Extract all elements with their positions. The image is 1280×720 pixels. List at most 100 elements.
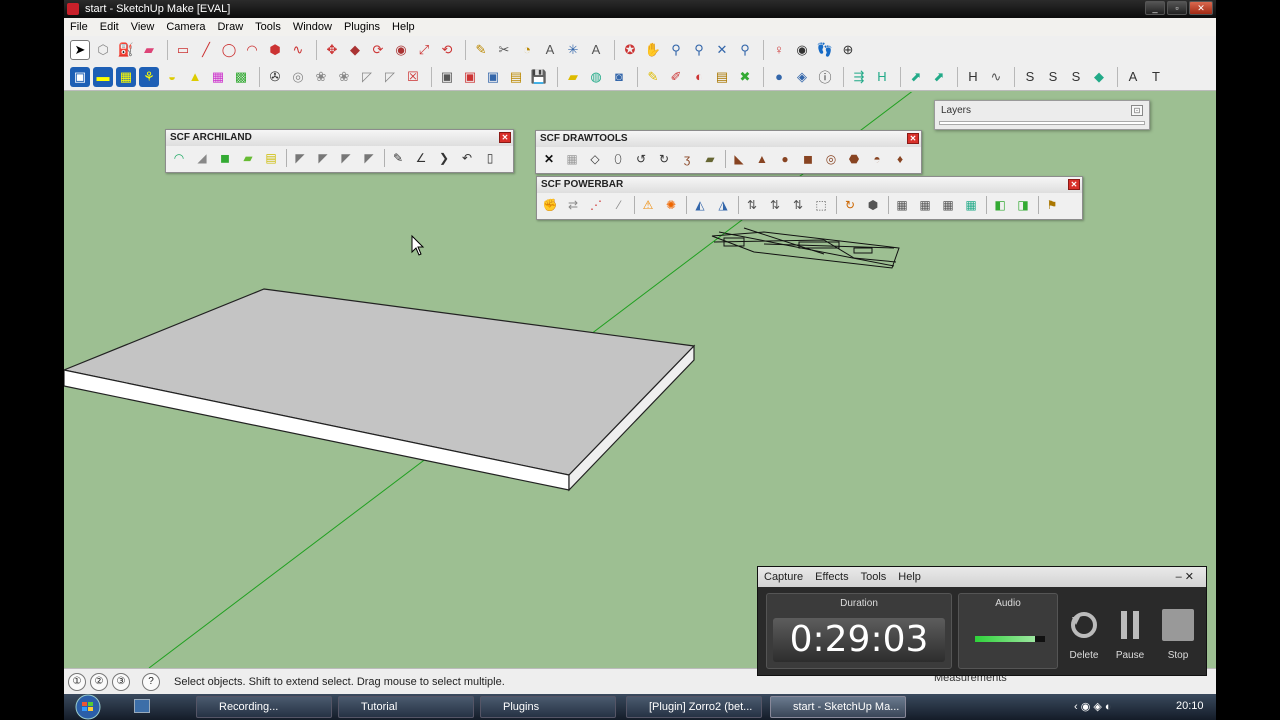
- cone-icon[interactable]: ▲: [754, 151, 770, 167]
- torus-icon[interactable]: ◎: [823, 151, 839, 167]
- rotate-left-icon[interactable]: ↺: [633, 151, 649, 167]
- wedge-icon[interactable]: ◣: [731, 151, 747, 167]
- taskbar-item-plugins[interactable]: Plugins: [480, 696, 616, 718]
- layers-close-button[interactable]: ⊡: [1131, 105, 1143, 116]
- make-component-icon[interactable]: ⬡: [93, 40, 113, 60]
- wall4-icon[interactable]: ◤: [361, 150, 377, 166]
- taskbar-item-tutorial[interactable]: Tutorial: [338, 696, 474, 718]
- recorder-window-controls[interactable]: – ✕: [1170, 570, 1200, 583]
- cube-icon[interactable]: ◼: [800, 151, 816, 167]
- drawtools-title[interactable]: SCF DRAWTOOLS ✕: [536, 131, 921, 147]
- sandbox-icon[interactable]: ◒: [162, 67, 182, 87]
- frame-icon[interactable]: ⬚: [813, 197, 829, 213]
- move-tool-icon[interactable]: ✥: [322, 40, 342, 60]
- model-info-icon[interactable]: ◙: [609, 67, 629, 87]
- menu-camera[interactable]: Camera: [160, 21, 211, 33]
- cross-plugin-icon[interactable]: ✖: [735, 67, 755, 87]
- select-tool-icon[interactable]: ➤: [70, 39, 90, 60]
- plugin-arrow-icon[interactable]: ⬈: [906, 67, 926, 87]
- plane-icon[interactable]: ▰: [702, 151, 718, 167]
- arrows2-icon[interactable]: ⇅: [767, 197, 783, 213]
- roof-icon[interactable]: ◢: [194, 150, 210, 166]
- follow-me-icon[interactable]: ◉: [391, 40, 411, 60]
- plugin-h2-icon[interactable]: H: [872, 67, 892, 87]
- maximize-button[interactable]: ▫: [1167, 1, 1187, 15]
- components-icon[interactable]: ▣: [483, 67, 503, 87]
- box3d-icon[interactable]: ⬢: [865, 197, 881, 213]
- geo-status-icon[interactable]: ①: [68, 672, 86, 691]
- sphere-icon[interactable]: ●: [777, 151, 793, 167]
- archiland-title[interactable]: SCF ARCHILAND ✕: [166, 130, 513, 146]
- show-desktop-icon[interactable]: [134, 699, 150, 713]
- door-icon[interactable]: ▯: [482, 150, 498, 166]
- recorder-menu-help[interactable]: Help: [892, 571, 927, 583]
- flip-a-icon[interactable]: ◭: [692, 197, 708, 213]
- delete-button[interactable]: Delete: [1064, 609, 1104, 661]
- front-view-icon[interactable]: ▦: [116, 66, 136, 87]
- floor-icon[interactable]: ▰: [240, 150, 256, 166]
- iso-view-icon[interactable]: ▣: [70, 66, 90, 87]
- layers-list[interactable]: [939, 121, 1145, 125]
- diamond-icon[interactable]: ◇: [587, 151, 603, 167]
- zoom-extents-icon[interactable]: ✕: [712, 40, 732, 60]
- gem-icon[interactable]: ⬣: [846, 151, 862, 167]
- eyedropper-icon[interactable]: ✐: [666, 67, 686, 87]
- warehouse-icon[interactable]: ▣: [437, 67, 457, 87]
- 3d-text-icon[interactable]: A: [586, 40, 606, 60]
- text-tool-icon[interactable]: A: [540, 40, 560, 60]
- hand-grab-icon[interactable]: ✊: [542, 197, 558, 213]
- zoom-icon[interactable]: ⚲: [666, 40, 686, 60]
- settings-icon[interactable]: ◈: [792, 67, 812, 87]
- dome-icon[interactable]: ◓: [869, 151, 885, 167]
- powerbar-close-button[interactable]: ✕: [1068, 179, 1080, 190]
- wall-icon[interactable]: ◤: [292, 150, 308, 166]
- menu-draw[interactable]: Draw: [211, 21, 249, 33]
- powerbar-title[interactable]: SCF POWERBAR ✕: [537, 177, 1082, 193]
- pause-button[interactable]: Pause: [1110, 609, 1150, 661]
- line-tool-icon[interactable]: ╱: [196, 40, 216, 60]
- audio-level-meter[interactable]: [975, 636, 1045, 642]
- plugin-cube-icon[interactable]: ◆: [1089, 67, 1109, 87]
- arrows-icon[interactable]: ⇅: [744, 197, 760, 213]
- pan-icon[interactable]: ✋: [643, 40, 663, 60]
- mesh2-icon[interactable]: ▦: [917, 197, 933, 213]
- recorder-menu-tools[interactable]: Tools: [855, 571, 893, 583]
- green-tool2-icon[interactable]: ◨: [1015, 197, 1031, 213]
- colors-icon[interactable]: ▩: [231, 67, 251, 87]
- swap-icon[interactable]: ⇄: [565, 197, 581, 213]
- taskbar-item-zorro[interactable]: [Plugin] Zorro2 (bet...: [626, 696, 762, 718]
- plugin-text-icon[interactable]: A: [1123, 67, 1143, 87]
- plugin-link-icon[interactable]: ∿: [986, 67, 1006, 87]
- circle-tool-icon[interactable]: ◯: [219, 40, 239, 60]
- grid-icon[interactable]: ▦: [564, 151, 580, 167]
- hidden-line-icon[interactable]: ❀: [311, 67, 331, 87]
- shaded-icon[interactable]: ❀: [334, 67, 354, 87]
- right-view-icon[interactable]: ⚘: [139, 66, 159, 87]
- wall2-icon[interactable]: ◤: [315, 150, 331, 166]
- wireframe-icon[interactable]: ◎: [288, 67, 308, 87]
- info-icon[interactable]: ⓘ: [815, 67, 835, 87]
- shaded-textures-icon[interactable]: ◸: [357, 67, 377, 87]
- share-model-icon[interactable]: ▣: [460, 67, 480, 87]
- previous-view-icon[interactable]: ⚲: [735, 40, 755, 60]
- rotate-right-icon[interactable]: ↻: [656, 151, 672, 167]
- delete-guides-icon[interactable]: ☒: [403, 67, 423, 87]
- archiland-close-button[interactable]: ✕: [499, 132, 511, 143]
- push-pull-icon[interactable]: ◆: [345, 40, 365, 60]
- open-folder-icon[interactable]: ▰: [563, 67, 583, 87]
- arc-tool-icon[interactable]: ◠: [242, 40, 262, 60]
- rotate-tool-icon[interactable]: ⟳: [368, 40, 388, 60]
- look-around-icon[interactable]: ◉: [792, 40, 812, 60]
- save-icon[interactable]: 💾: [529, 67, 549, 87]
- flip-b-icon[interactable]: ◮: [715, 197, 731, 213]
- paint-bucket-icon[interactable]: ⛽: [116, 40, 136, 60]
- spiral-icon[interactable]: ʒ: [679, 151, 695, 167]
- plugin-h1-icon[interactable]: ⇶: [849, 67, 869, 87]
- plugin-tag-icon[interactable]: T: [1146, 67, 1166, 87]
- ellipse-icon[interactable]: ⬯: [610, 151, 626, 167]
- warning-triangle-icon[interactable]: ⚠: [640, 197, 656, 213]
- material-icon[interactable]: ◐: [689, 67, 709, 87]
- line-point-icon[interactable]: ⁄: [611, 197, 627, 213]
- curve-icon[interactable]: ↶: [459, 150, 475, 166]
- polygon-tool-icon[interactable]: ⬢: [265, 40, 285, 60]
